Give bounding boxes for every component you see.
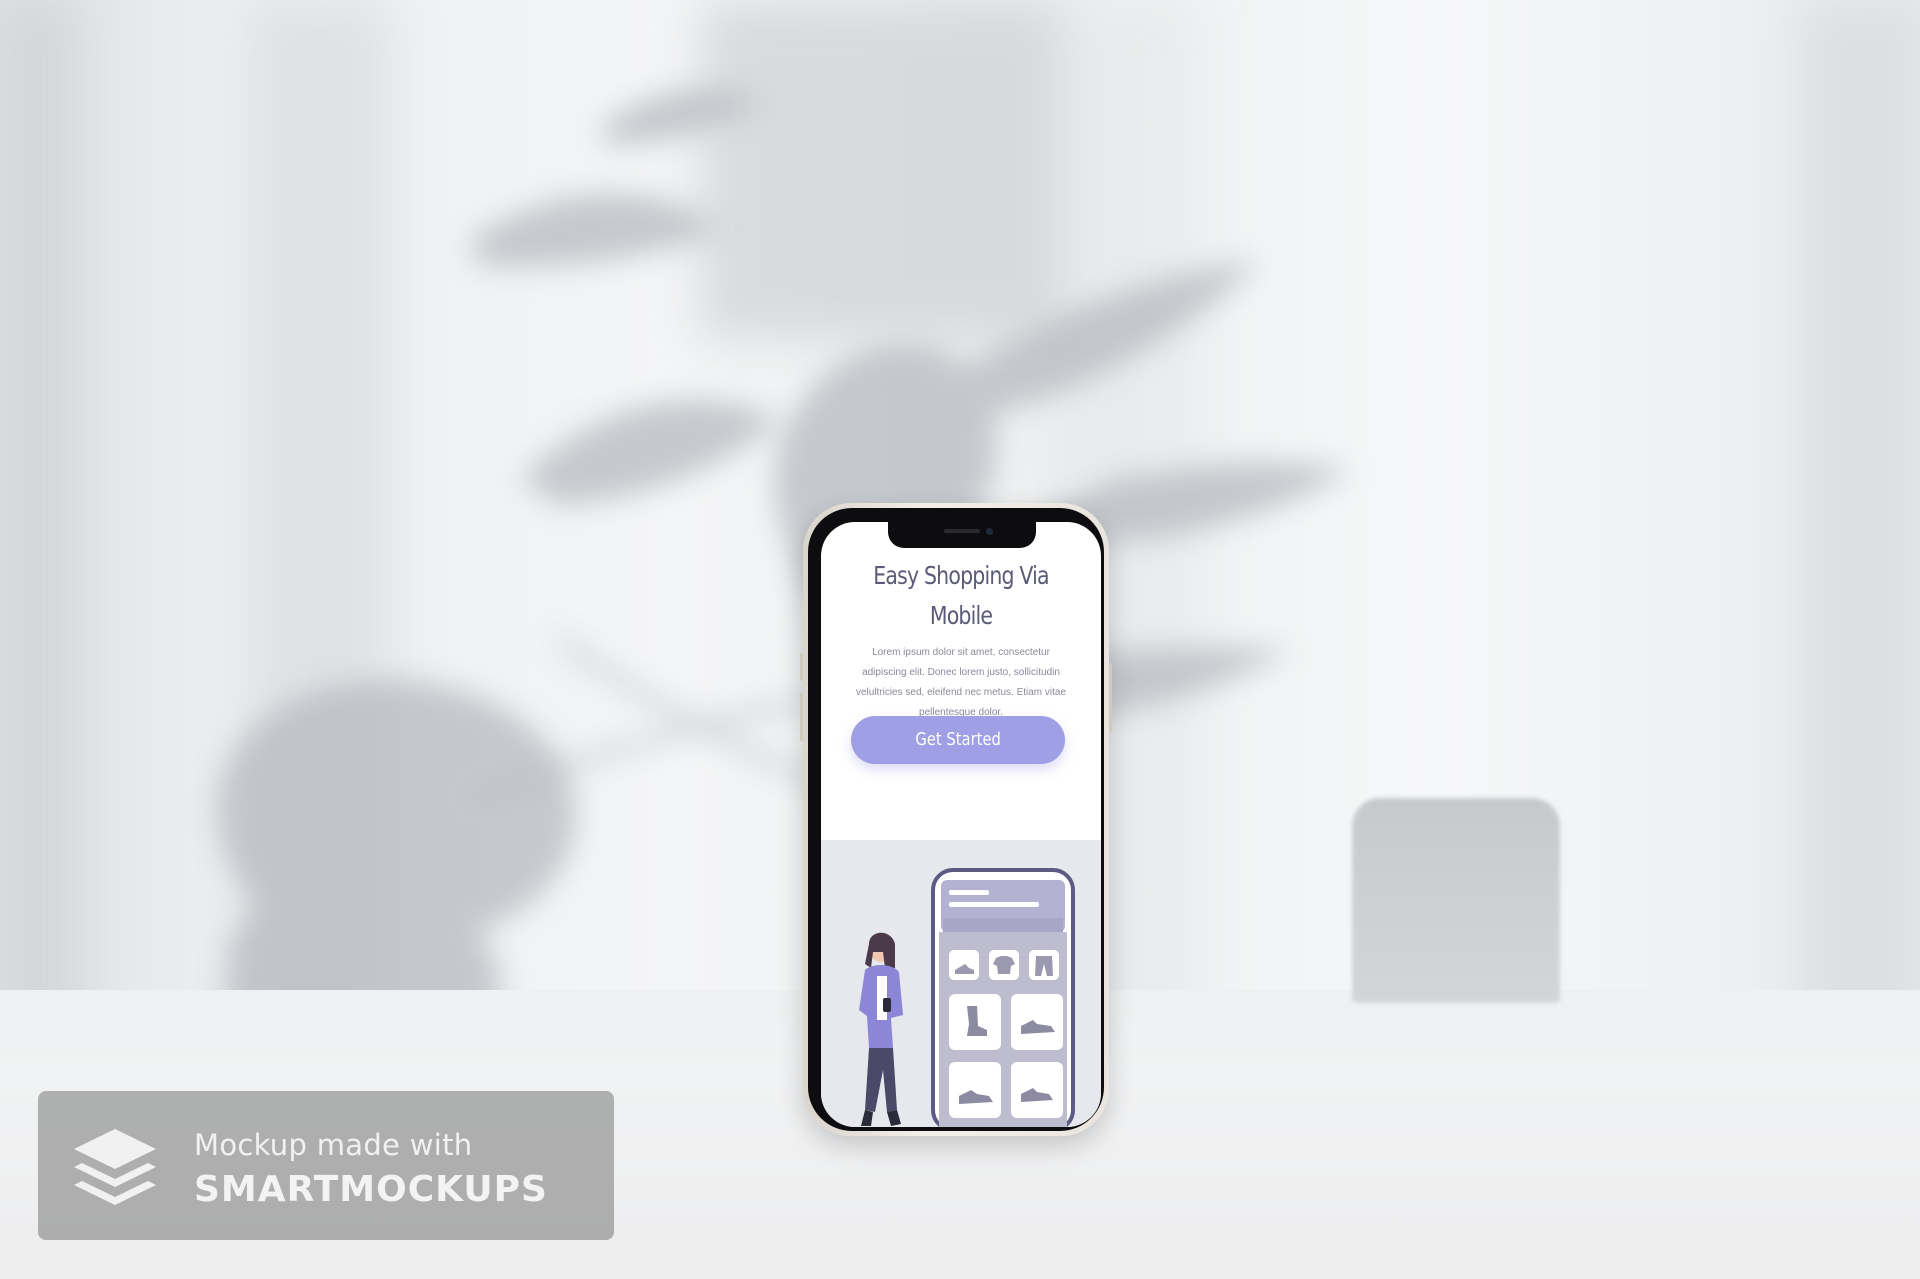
volume-button — [800, 693, 803, 741]
speaker-grille — [944, 529, 980, 533]
power-button — [1109, 663, 1112, 733]
volume-button — [800, 653, 803, 681]
woman-figure — [859, 932, 903, 1126]
front-camera — [986, 528, 993, 535]
phone-notch — [888, 522, 1036, 548]
smartmockups-watermark: Mockup made with SMARTMOCKUPS — [38, 1091, 614, 1240]
illustration-artwork — [859, 868, 1075, 1127]
get-started-label: Get Started — [915, 729, 1001, 750]
shopping-illustration — [821, 840, 1101, 1127]
watermark-brand: SMARTMOCKUPS — [194, 1169, 548, 1210]
get-started-button[interactable]: Get Started — [851, 716, 1065, 764]
phone-screen: Easy Shopping Via Mobile Lorem ipsum dol… — [821, 522, 1101, 1127]
hero-description: Lorem ipsum dolor sit amet, consectetur … — [855, 647, 1067, 718]
phone-bezel: Easy Shopping Via Mobile Lorem ipsum dol… — [808, 508, 1104, 1131]
hero-title: Easy Shopping Via Mobile — [873, 561, 1049, 630]
chair — [1352, 798, 1560, 1003]
layers-icon — [74, 1129, 156, 1205]
phone-mockup: Easy Shopping Via Mobile Lorem ipsum dol… — [800, 503, 1112, 1136]
mockup-scene: Easy Shopping Via Mobile Lorem ipsum dol… — [0, 0, 1920, 1279]
category-row — [949, 950, 1059, 980]
watermark-tagline: Mockup made with — [194, 1128, 473, 1162]
